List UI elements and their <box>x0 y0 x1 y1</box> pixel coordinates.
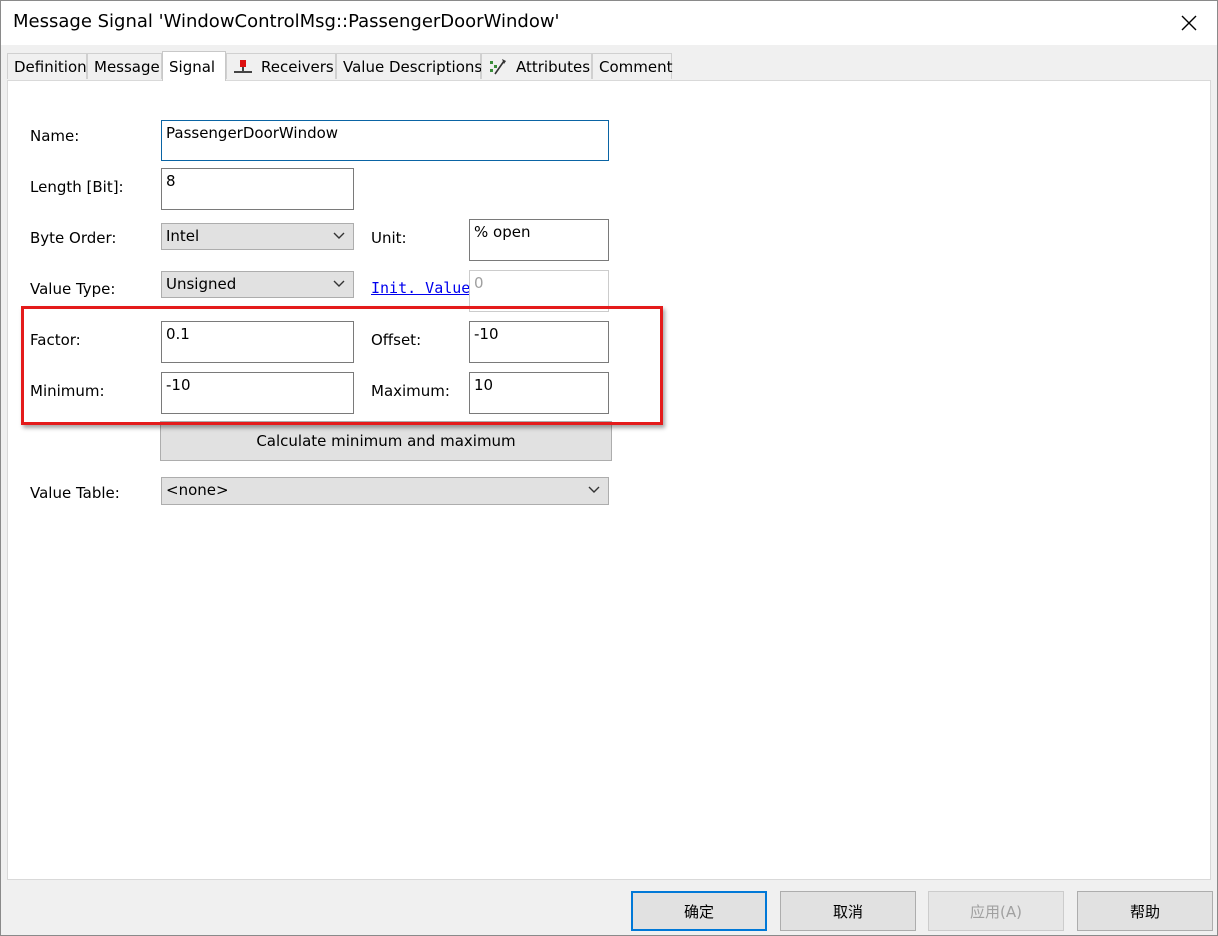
length-label: Length [Bit]: <box>30 178 124 196</box>
close-button[interactable] <box>1169 3 1209 43</box>
tab-label: Signal <box>169 57 216 76</box>
value-type-label: Value Type: <box>30 280 116 298</box>
init-value-link[interactable]: Init. Value <box>371 279 470 297</box>
value-table-select[interactable]: <none> <box>161 477 609 505</box>
attributes-icon <box>488 58 508 76</box>
name-input[interactable]: PassengerDoorWindow <box>161 120 609 161</box>
ok-button[interactable]: 确定 <box>631 891 767 931</box>
tab-definition[interactable]: Definition <box>7 53 87 79</box>
byte-order-select[interactable]: Intel <box>161 223 354 250</box>
value-type-select[interactable]: Unsigned <box>161 271 354 298</box>
tab-receivers[interactable]: Receivers <box>226 53 336 79</box>
tab-attributes[interactable]: Attributes <box>481 53 592 79</box>
tab-label: Receivers <box>261 57 334 76</box>
help-button[interactable]: 帮助 <box>1077 891 1213 931</box>
byte-order-label: Byte Order: <box>30 229 117 247</box>
highlight-annotation-box <box>21 306 663 425</box>
byte-order-value: Intel <box>166 227 200 245</box>
close-icon <box>1181 15 1197 31</box>
name-label: Name: <box>30 127 80 145</box>
tab-label: Comment <box>599 57 673 76</box>
unit-input[interactable]: % open <box>469 219 609 261</box>
tab-value-descriptions[interactable]: Value Descriptions <box>336 53 483 79</box>
value-table-value: <none> <box>166 481 229 499</box>
chevron-down-icon <box>588 486 600 493</box>
apply-button[interactable]: 应用(A) <box>928 891 1064 931</box>
window-title: Message Signal 'WindowControlMsg::Passen… <box>13 11 560 32</box>
tab-signal[interactable]: Signal <box>162 51 226 81</box>
cancel-button[interactable]: 取消 <box>780 891 916 931</box>
tab-label: Message <box>94 57 160 76</box>
calculate-min-max-button[interactable]: Calculate minimum and maximum <box>160 421 612 461</box>
chevron-down-icon <box>333 280 345 287</box>
title-bar: Message Signal 'WindowControlMsg::Passen… <box>1 1 1217 45</box>
dialog-window: Message Signal 'WindowControlMsg::Passen… <box>0 0 1218 936</box>
chevron-down-icon <box>333 232 345 239</box>
value-table-label: Value Table: <box>30 484 120 502</box>
tab-comment[interactable]: Comment <box>592 53 673 79</box>
tab-bar: Definition Message Signal Receivers Valu… <box>7 51 1215 81</box>
value-type-value: Unsigned <box>166 275 237 293</box>
tab-label: Value Descriptions <box>343 57 483 76</box>
receivers-icon <box>233 59 253 75</box>
tab-message[interactable]: Message <box>87 53 162 79</box>
length-input[interactable]: 8 <box>161 168 354 210</box>
tab-label: Attributes <box>516 57 591 76</box>
unit-label: Unit: <box>371 229 407 247</box>
tab-label: Definition <box>14 57 87 76</box>
